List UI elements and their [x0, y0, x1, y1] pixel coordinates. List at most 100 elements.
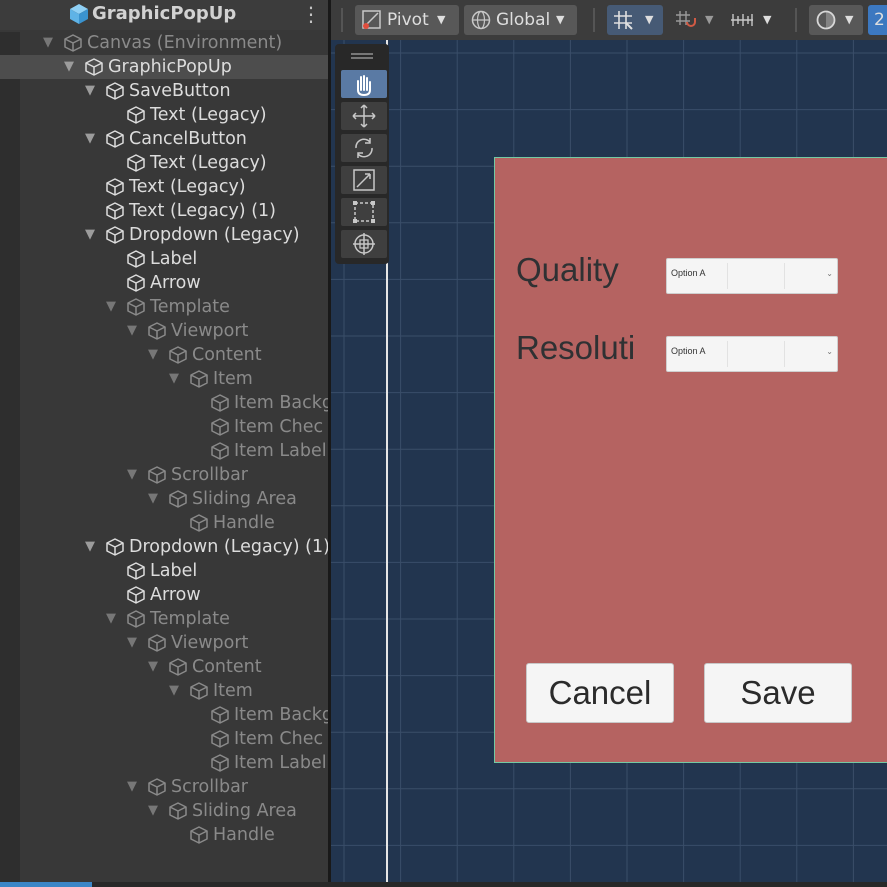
hierarchy-row-label: Canvas (Environment) [87, 33, 283, 53]
graphic-popup-panel[interactable]: Quality Resoluti Option A ⌄ Option A ⌄ C… [494, 157, 887, 763]
expand-arrow-icon[interactable]: ▼ [127, 779, 137, 794]
gameobject-cube-icon [190, 370, 208, 388]
hierarchy-row[interactable]: ▼ Template [0, 295, 328, 319]
quality-dropdown[interactable]: Option A ⌄ [666, 258, 838, 294]
hierarchy-row[interactable]: ▼ Sliding Area [0, 487, 328, 511]
dropdown-divider [727, 341, 728, 367]
hierarchy-row[interactable]: Arrow [0, 583, 328, 607]
hierarchy-row-label: Item Backg [234, 705, 328, 725]
expand-arrow-icon[interactable]: ▼ [169, 683, 179, 698]
view-2d-label: 2 [874, 10, 885, 30]
hierarchy-row[interactable]: Text (Legacy) [0, 175, 328, 199]
hierarchy-row[interactable]: ▼ CancelButton [0, 127, 328, 151]
hierarchy-row[interactable]: ▼ Dropdown (Legacy) (1) [0, 535, 328, 559]
hierarchy-row[interactable]: ▼ Sliding Area [0, 799, 328, 823]
expand-arrow-icon[interactable]: ▼ [148, 347, 158, 362]
save-button[interactable]: Save [704, 663, 852, 723]
gameobject-cube-icon [211, 754, 229, 772]
hierarchy-row-label: SaveButton [129, 81, 231, 101]
hierarchy-row[interactable]: ▼ Item [0, 367, 328, 391]
hierarchy-row[interactable]: ▼ Viewport [0, 319, 328, 343]
hierarchy-row[interactable]: ▼ SaveButton [0, 79, 328, 103]
move-tool-icon [352, 104, 376, 128]
hierarchy-row[interactable]: Item Label [0, 751, 328, 775]
expand-arrow-icon[interactable]: ▼ [169, 371, 179, 386]
hierarchy-row[interactable]: ▼ GraphicPopUp [0, 55, 328, 79]
scale-tool-button[interactable] [341, 166, 387, 194]
gameobject-cube-icon [211, 730, 229, 748]
gameobject-cube-icon [127, 106, 145, 124]
hierarchy-row[interactable]: ▼ Scrollbar [0, 463, 328, 487]
resolution-dropdown[interactable]: Option A ⌄ [666, 336, 838, 372]
hierarchy-row[interactable]: Item Chec [0, 727, 328, 751]
hierarchy-row[interactable]: Label [0, 559, 328, 583]
hierarchy-row[interactable]: Text (Legacy) [0, 103, 328, 127]
cancel-button[interactable]: Cancel [526, 663, 674, 723]
transform-tool-button[interactable] [341, 230, 387, 258]
hierarchy-row[interactable]: Handle [0, 511, 328, 535]
ruler-toggle[interactable]: ▼ [727, 5, 781, 35]
hierarchy-row[interactable]: Item Label [0, 439, 328, 463]
gameobject-cube-icon [64, 34, 82, 52]
view-2d-toggle[interactable]: 2 [868, 5, 887, 35]
gameobject-cube-icon [127, 154, 145, 172]
hierarchy-row[interactable]: ▼ Canvas (Environment) [0, 31, 328, 55]
hierarchy-header: GraphicPopUp ⋮ [0, 0, 328, 30]
expand-arrow-icon[interactable]: ▼ [127, 467, 137, 482]
rotate-tool-button[interactable] [341, 134, 387, 162]
snap-increment-toggle[interactable]: ▼ [669, 5, 723, 35]
gameobject-cube-icon [169, 490, 187, 508]
expand-arrow-icon[interactable]: ▼ [106, 611, 116, 626]
rect-tool-button[interactable] [341, 198, 387, 226]
expand-arrow-icon[interactable]: ▼ [64, 59, 74, 74]
expand-arrow-icon[interactable]: ▼ [148, 659, 158, 674]
kebab-menu-icon[interactable]: ⋮ [301, 2, 321, 26]
gameobject-cube-icon [106, 178, 124, 196]
gameobject-cube-icon [148, 634, 166, 652]
hierarchy-row[interactable]: ▼ Viewport [0, 631, 328, 655]
pivot-label: Pivot [387, 10, 429, 30]
hierarchy-row[interactable]: ▼ Template [0, 607, 328, 631]
hierarchy-row[interactable]: Arrow [0, 271, 328, 295]
expand-arrow-icon[interactable]: ▼ [127, 635, 137, 650]
gameobject-cube-icon [127, 250, 145, 268]
hierarchy-row[interactable]: ▼ Item [0, 679, 328, 703]
expand-arrow-icon[interactable]: ▼ [85, 131, 95, 146]
hierarchy-row-label: Viewport [171, 633, 249, 653]
expand-arrow-icon[interactable]: ▼ [148, 803, 158, 818]
expand-arrow-icon[interactable]: ▼ [43, 35, 53, 50]
hierarchy-row[interactable]: Handle [0, 823, 328, 847]
hierarchy-row-label: Text (Legacy) (1) [129, 201, 276, 221]
hierarchy-row[interactable]: Text (Legacy) [0, 151, 328, 175]
hand-tool-button[interactable] [341, 70, 387, 98]
expand-arrow-icon[interactable]: ▼ [85, 227, 95, 242]
global-dropdown[interactable]: Global ▼ [464, 5, 577, 35]
expand-arrow-icon[interactable]: ▼ [85, 539, 95, 554]
hierarchy-row[interactable]: Item Chec [0, 415, 328, 439]
expand-arrow-icon[interactable]: ▼ [85, 83, 95, 98]
hierarchy-row[interactable]: Text (Legacy) (1) [0, 199, 328, 223]
chevron-down-icon: ▼ [556, 13, 565, 26]
scene-view[interactable]: Pivot ▼ Global ▼ ▼ ▼ ▼ ▼ 2 Quality Resol… [331, 0, 887, 887]
hierarchy-row[interactable]: Label [0, 247, 328, 271]
toolbar-divider [341, 8, 343, 32]
expand-arrow-icon[interactable]: ▼ [127, 323, 137, 338]
hierarchy-row[interactable]: Item Backg [0, 703, 328, 727]
hierarchy-row[interactable]: ▼ Content [0, 343, 328, 367]
gameobject-cube-icon [190, 826, 208, 844]
hierarchy-row[interactable]: ▼ Dropdown (Legacy) [0, 223, 328, 247]
hierarchy-row[interactable]: ▼ Content [0, 655, 328, 679]
hierarchy-row-label: GraphicPopUp [108, 57, 232, 77]
hierarchy-row[interactable]: Item Backg [0, 391, 328, 415]
drag-handle-icon[interactable] [351, 53, 373, 55]
gameobject-cube-icon [106, 82, 124, 100]
expand-arrow-icon[interactable]: ▼ [148, 491, 158, 506]
expand-arrow-icon[interactable]: ▼ [106, 299, 116, 314]
pivot-dropdown[interactable]: Pivot ▼ [355, 5, 459, 35]
gameobject-cube-icon [127, 274, 145, 292]
gizmo-dropdown[interactable]: ▼ [809, 5, 863, 35]
move-tool-button[interactable] [341, 102, 387, 130]
grid-snap-toggle[interactable]: ▼ [607, 5, 663, 35]
hierarchy-row-label: Sliding Area [192, 801, 297, 821]
hierarchy-row[interactable]: ▼ Scrollbar [0, 775, 328, 799]
